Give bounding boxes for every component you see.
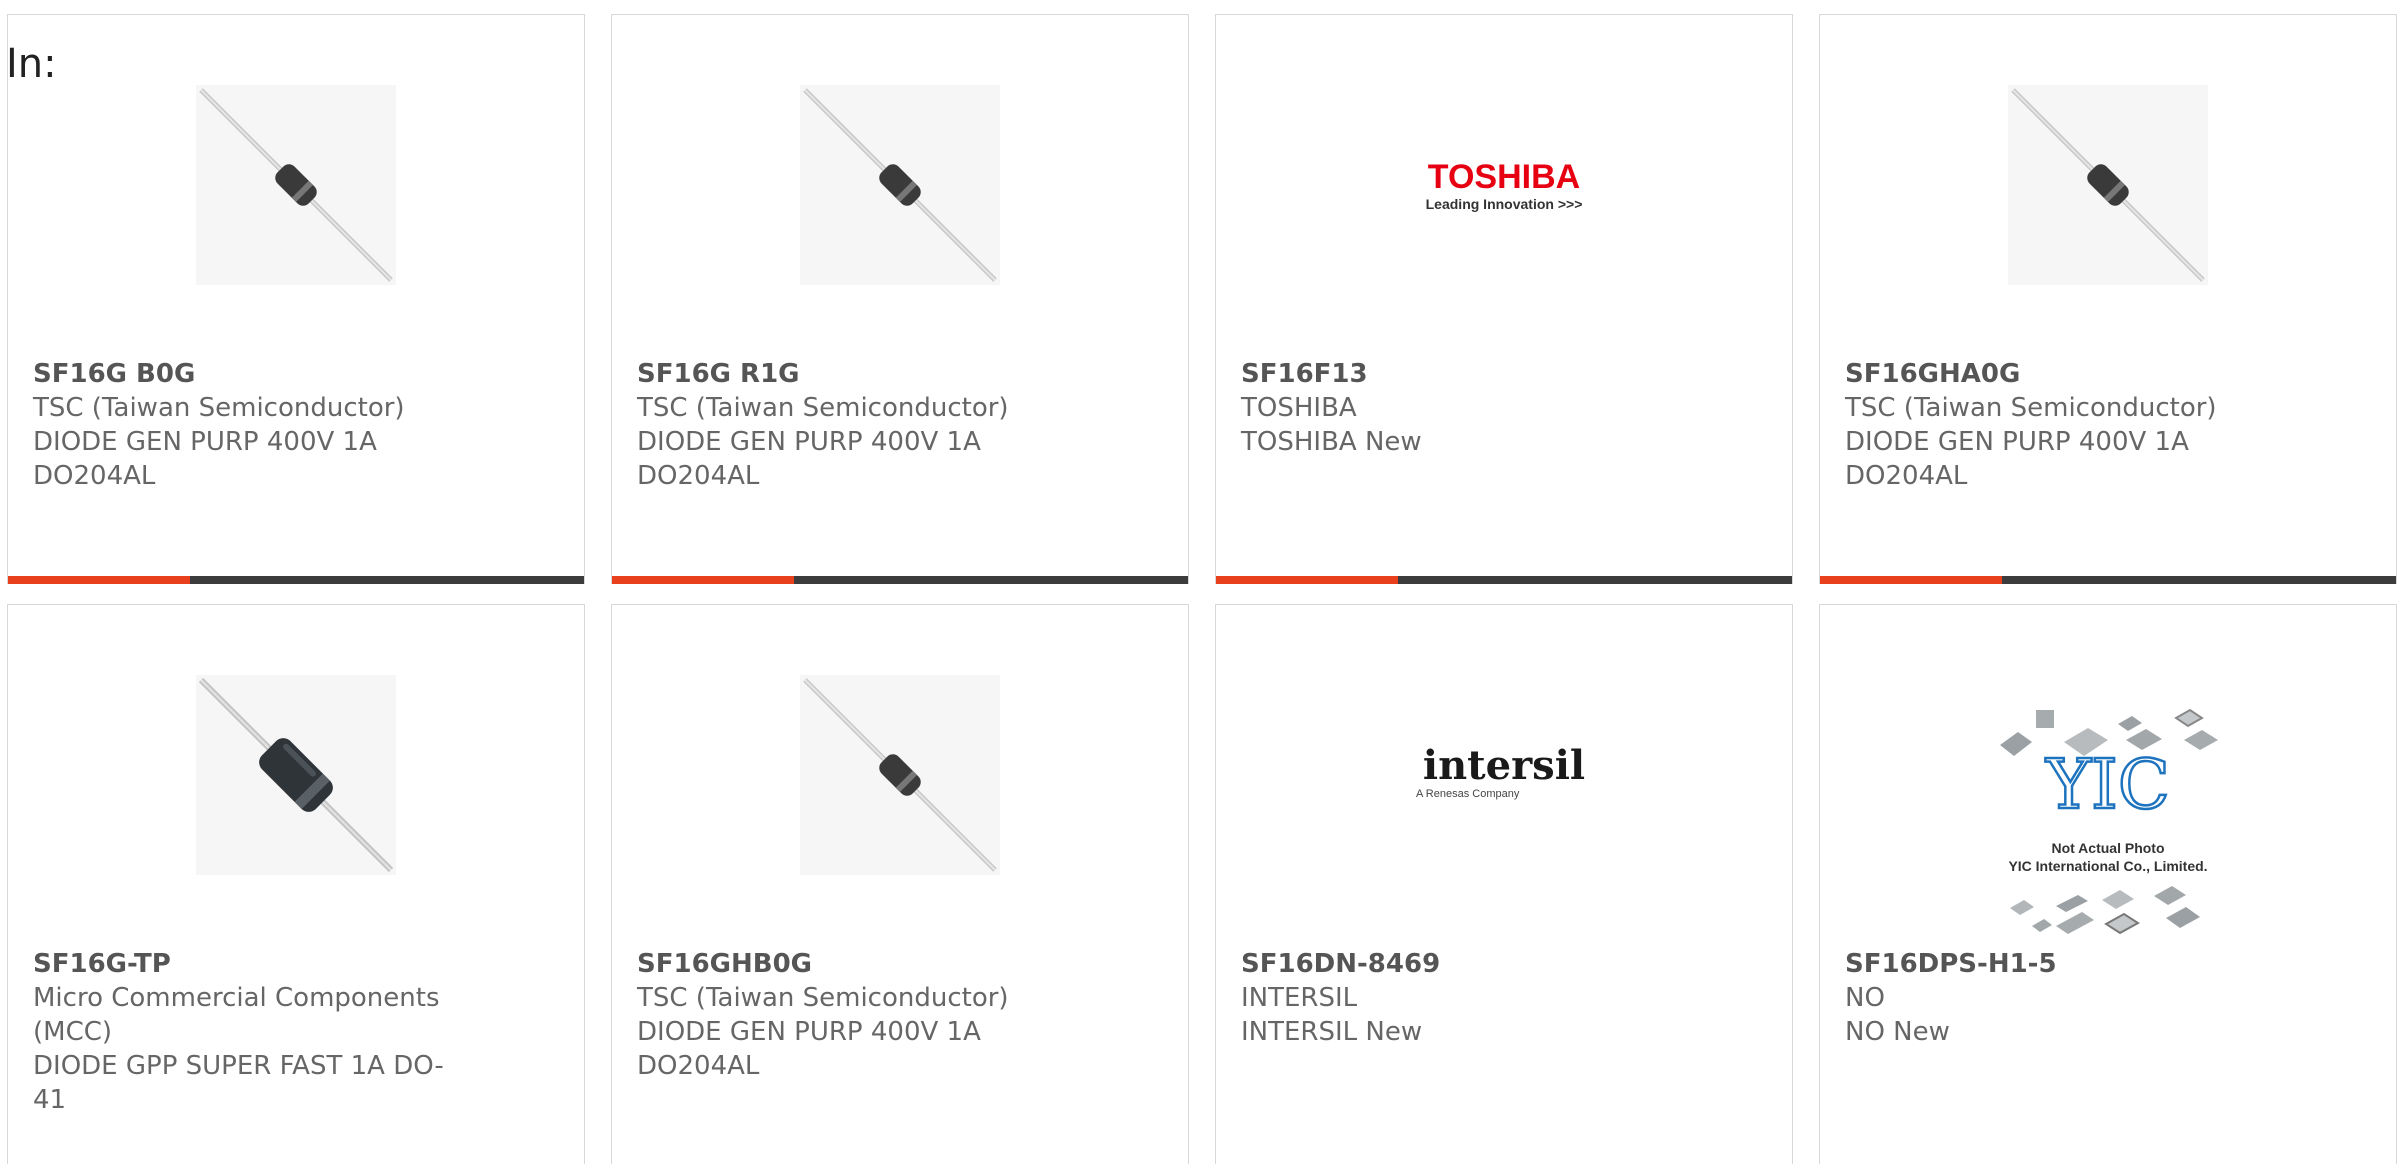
diode-icon [803,88,997,282]
manufacturer: TSC (Taiwan Semiconductor) [33,393,405,423]
card-accent [1820,576,2002,584]
svg-text:TOSHIBA: TOSHIBA [1428,158,1580,196]
product-info: SF16G B0G TSC (Taiwan Semiconductor) DIO… [33,357,453,493]
product-info: SF16GHA0G TSC (Taiwan Semiconductor) DIO… [1845,357,2265,493]
card-bottom-bar [8,576,584,584]
card-accent [1216,576,1398,584]
product-image[interactable]: TOSHIBA Leading Innovation >>> [1404,85,1604,285]
product-info: SF16G R1G TSC (Taiwan Semiconductor) DIO… [637,357,1057,493]
product-image[interactable] [800,675,1000,875]
part-number-link[interactable]: SF16G R1G [637,357,1057,391]
description: TOSHIBA New [1241,427,1422,457]
part-number-link[interactable]: SF16GHA0G [1845,357,2265,391]
description: NO New [1845,1017,1950,1047]
card-bottom-bar [1216,576,1792,584]
product-image[interactable]: YIC Not Actual Photo YIC International C… [1970,690,2246,940]
svg-text:Leading Innovation >>>: Leading Innovation >>> [1426,196,1583,212]
description: DIODE GEN PURP 400V 1A [637,1017,981,1047]
product-image[interactable] [196,675,396,875]
svg-text:YIC International Co., Limited: YIC International Co., Limited. [2008,858,2207,874]
description: DIODE GEN PURP 400V 1A [637,427,981,457]
product-card[interactable]: SF16G B0G TSC (Taiwan Semiconductor) DIO… [7,14,585,584]
product-info: SF16GHB0G TSC (Taiwan Semiconductor) DIO… [637,947,1057,1083]
part-number-link[interactable]: SF16GHB0G [637,947,1057,981]
product-info: SF16DPS-H1-5 NO NO New [1845,947,2265,1049]
manufacturer: (MCC) [33,1017,113,1047]
product-card[interactable]: intersil A Renesas Company SF16DN-8469 I… [1215,604,1793,1164]
yic-placeholder-icon: YIC Not Actual Photo YIC International C… [2000,708,2218,935]
diode-icon [198,677,394,873]
product-info: SF16G-TP Micro Commercial Components (MC… [33,947,453,1117]
product-info: SF16F13 TOSHIBA TOSHIBA New [1241,357,1661,459]
description: DIODE GEN PURP 400V 1A [33,427,377,457]
card-bottom-bar [612,576,1188,584]
part-number-link[interactable]: SF16DN-8469 [1241,947,1661,981]
product-grid: SF16G B0G TSC (Taiwan Semiconductor) DIO… [0,0,2400,1164]
manufacturer: TSC (Taiwan Semiconductor) [637,983,1009,1013]
product-card[interactable]: SF16GHB0G TSC (Taiwan Semiconductor) DIO… [611,604,1189,1164]
description: DO204AL [637,461,760,491]
diode-icon [803,678,997,872]
card-accent [612,576,794,584]
description: 41 [33,1085,67,1115]
product-card[interactable]: SF16GHA0G TSC (Taiwan Semiconductor) DIO… [1819,14,2397,584]
product-card[interactable]: SF16G-TP Micro Commercial Components (MC… [7,604,585,1164]
product-image[interactable]: intersil A Renesas Company [1404,675,1604,875]
manufacturer: TSC (Taiwan Semiconductor) [1845,393,2217,423]
description: INTERSIL New [1241,1017,1423,1047]
prefix-label: In: [6,41,57,87]
diode-icon [199,88,393,282]
description: DIODE GEN PURP 400V 1A [1845,427,2189,457]
diode-icon [2011,88,2205,282]
part-number-link[interactable]: SF16G-TP [33,947,453,981]
manufacturer: TSC (Taiwan Semiconductor) [637,393,1009,423]
product-card[interactable]: YIC Not Actual Photo YIC International C… [1819,604,2397,1164]
toshiba-logo-icon: TOSHIBA Leading Innovation >>> [1426,158,1583,212]
description: DO204AL [637,1051,760,1081]
part-number-link[interactable]: SF16DPS-H1-5 [1845,947,2265,981]
svg-text:Not Actual Photo: Not Actual Photo [2051,840,2164,856]
part-number-link[interactable]: SF16G B0G [33,357,453,391]
manufacturer: TOSHIBA [1241,393,1357,423]
card-bottom-bar [1820,576,2396,584]
product-card[interactable]: TOSHIBA Leading Innovation >>> SF16F13 T… [1215,14,1793,584]
description: DIODE GPP SUPER FAST 1A DO- [33,1051,444,1081]
product-image[interactable] [800,85,1000,285]
svg-text:intersil: intersil [1423,742,1585,789]
intersil-logo-icon: intersil A Renesas Company [1416,742,1585,800]
description: DO204AL [33,461,156,491]
card-accent [8,576,190,584]
svg-text:YIC: YIC [2045,746,2170,825]
product-card[interactable]: SF16G R1G TSC (Taiwan Semiconductor) DIO… [611,14,1189,584]
manufacturer: INTERSIL [1241,983,1358,1013]
product-info: SF16DN-8469 INTERSIL INTERSIL New [1241,947,1661,1049]
product-image[interactable] [2008,85,2208,285]
product-image[interactable] [196,85,396,285]
manufacturer: NO [1845,983,1885,1013]
manufacturer: Micro Commercial Components [33,983,440,1013]
svg-text:A Renesas Company: A Renesas Company [1416,788,1520,800]
part-number-link[interactable]: SF16F13 [1241,357,1661,391]
description: DO204AL [1845,461,1968,491]
